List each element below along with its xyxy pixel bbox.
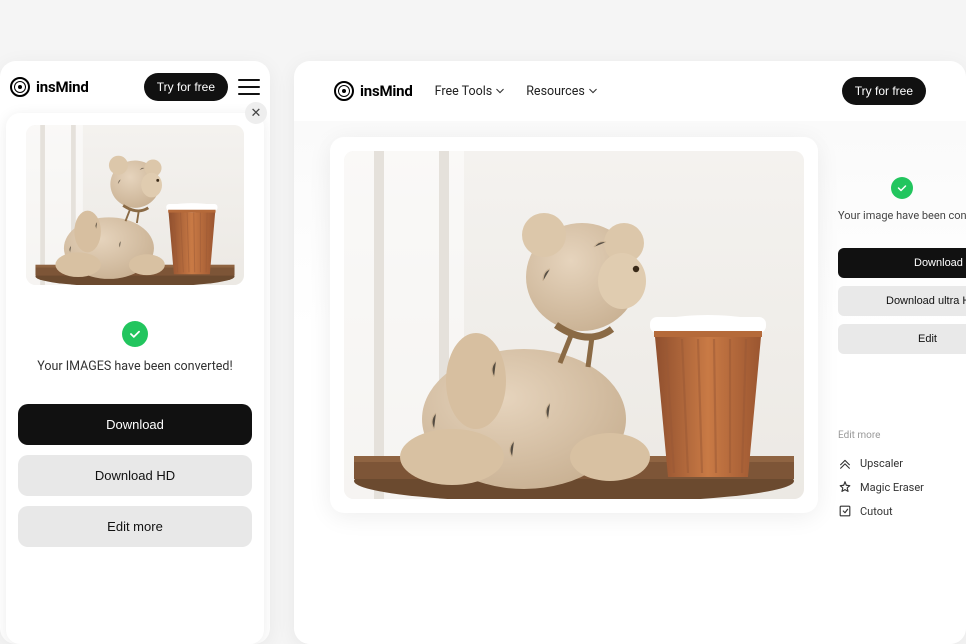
edit-button[interactable]: Edit	[838, 324, 966, 354]
close-icon[interactable]: ✕	[245, 102, 267, 124]
nav-label: Free Tools	[435, 84, 493, 99]
logo-text: insMind	[36, 78, 89, 96]
download-ultra-button[interactable]: Download ultra HD	[838, 286, 966, 316]
success-check-icon	[122, 321, 148, 347]
nav-label: Resources	[526, 84, 585, 99]
logo-icon	[10, 77, 30, 97]
logo[interactable]: insMind	[10, 77, 89, 97]
upscaler-icon	[838, 456, 852, 470]
mobile-result-panel: ✕	[6, 113, 264, 644]
tool-upscaler[interactable]: Upscaler	[838, 451, 966, 475]
edit-more-section: Edit more Upscaler Magic Eraser	[838, 430, 966, 523]
download-button[interactable]: Download	[18, 404, 252, 445]
logo-icon	[334, 81, 354, 101]
logo[interactable]: insMind	[334, 81, 413, 101]
side-panel: Your image have been converted! Download…	[838, 137, 966, 644]
tool-label: Magic Eraser	[860, 481, 924, 494]
magic-eraser-icon	[838, 480, 852, 494]
desktop-body: Your image have been converted! Download…	[294, 121, 966, 644]
chevron-down-icon	[496, 87, 504, 95]
menu-icon[interactable]	[238, 79, 260, 95]
tool-cutout[interactable]: Cutout	[838, 499, 966, 523]
download-button[interactable]: Download	[838, 248, 966, 278]
status-message: Your image have been converted!	[838, 209, 966, 222]
edit-more-button[interactable]: Edit more	[18, 506, 252, 547]
result-image-frame	[330, 137, 818, 513]
status-message: Your IMAGES have been converted!	[18, 359, 252, 374]
result-image	[26, 125, 244, 285]
chevron-down-icon	[589, 87, 597, 95]
mobile-header: insMind Try for free	[0, 61, 270, 113]
logo-text: insMind	[360, 82, 413, 100]
download-hd-button[interactable]: Download HD	[18, 455, 252, 496]
desktop-preview-card: insMind Free Tools Resources Try for fre…	[294, 61, 966, 644]
tool-label: Upscaler	[860, 457, 903, 470]
try-for-free-button[interactable]: Try for free	[144, 73, 228, 101]
try-for-free-button[interactable]: Try for free	[842, 77, 926, 105]
nav-resources[interactable]: Resources	[526, 84, 597, 99]
cutout-icon	[838, 504, 852, 518]
success-check-icon	[891, 177, 913, 199]
result-image	[344, 151, 804, 499]
edit-more-label: Edit more	[838, 430, 966, 441]
desktop-header: insMind Free Tools Resources Try for fre…	[294, 61, 966, 121]
mobile-preview-card: insMind Try for free ✕	[0, 61, 270, 644]
nav-free-tools[interactable]: Free Tools	[435, 84, 505, 99]
tool-magic-eraser[interactable]: Magic Eraser	[838, 475, 966, 499]
tool-label: Cutout	[860, 505, 893, 518]
